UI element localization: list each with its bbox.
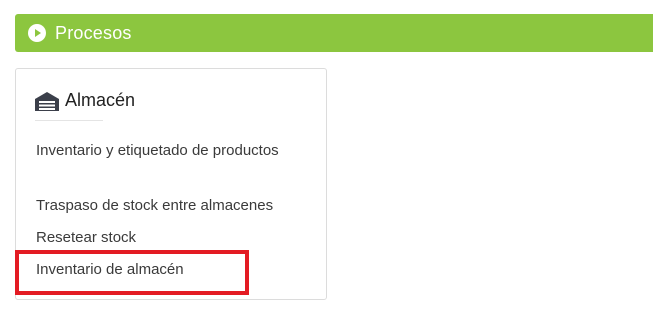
card-header: Almacén — [35, 90, 135, 111]
banner-title: Procesos — [55, 22, 132, 43]
card-divider — [35, 120, 103, 121]
highlight-box — [15, 250, 249, 295]
play-circle-icon — [28, 24, 46, 42]
link-inventario-etiquetado[interactable]: Inventario y etiquetado de productos — [36, 139, 286, 163]
link-traspaso-stock[interactable]: Traspaso de stock entre almacenes — [36, 194, 286, 218]
warehouse-icon — [35, 91, 59, 111]
card-title: Almacén — [65, 90, 136, 110]
procesos-banner[interactable]: Procesos — [15, 14, 653, 52]
link-resetear-stock[interactable]: Resetear stock — [36, 226, 286, 250]
